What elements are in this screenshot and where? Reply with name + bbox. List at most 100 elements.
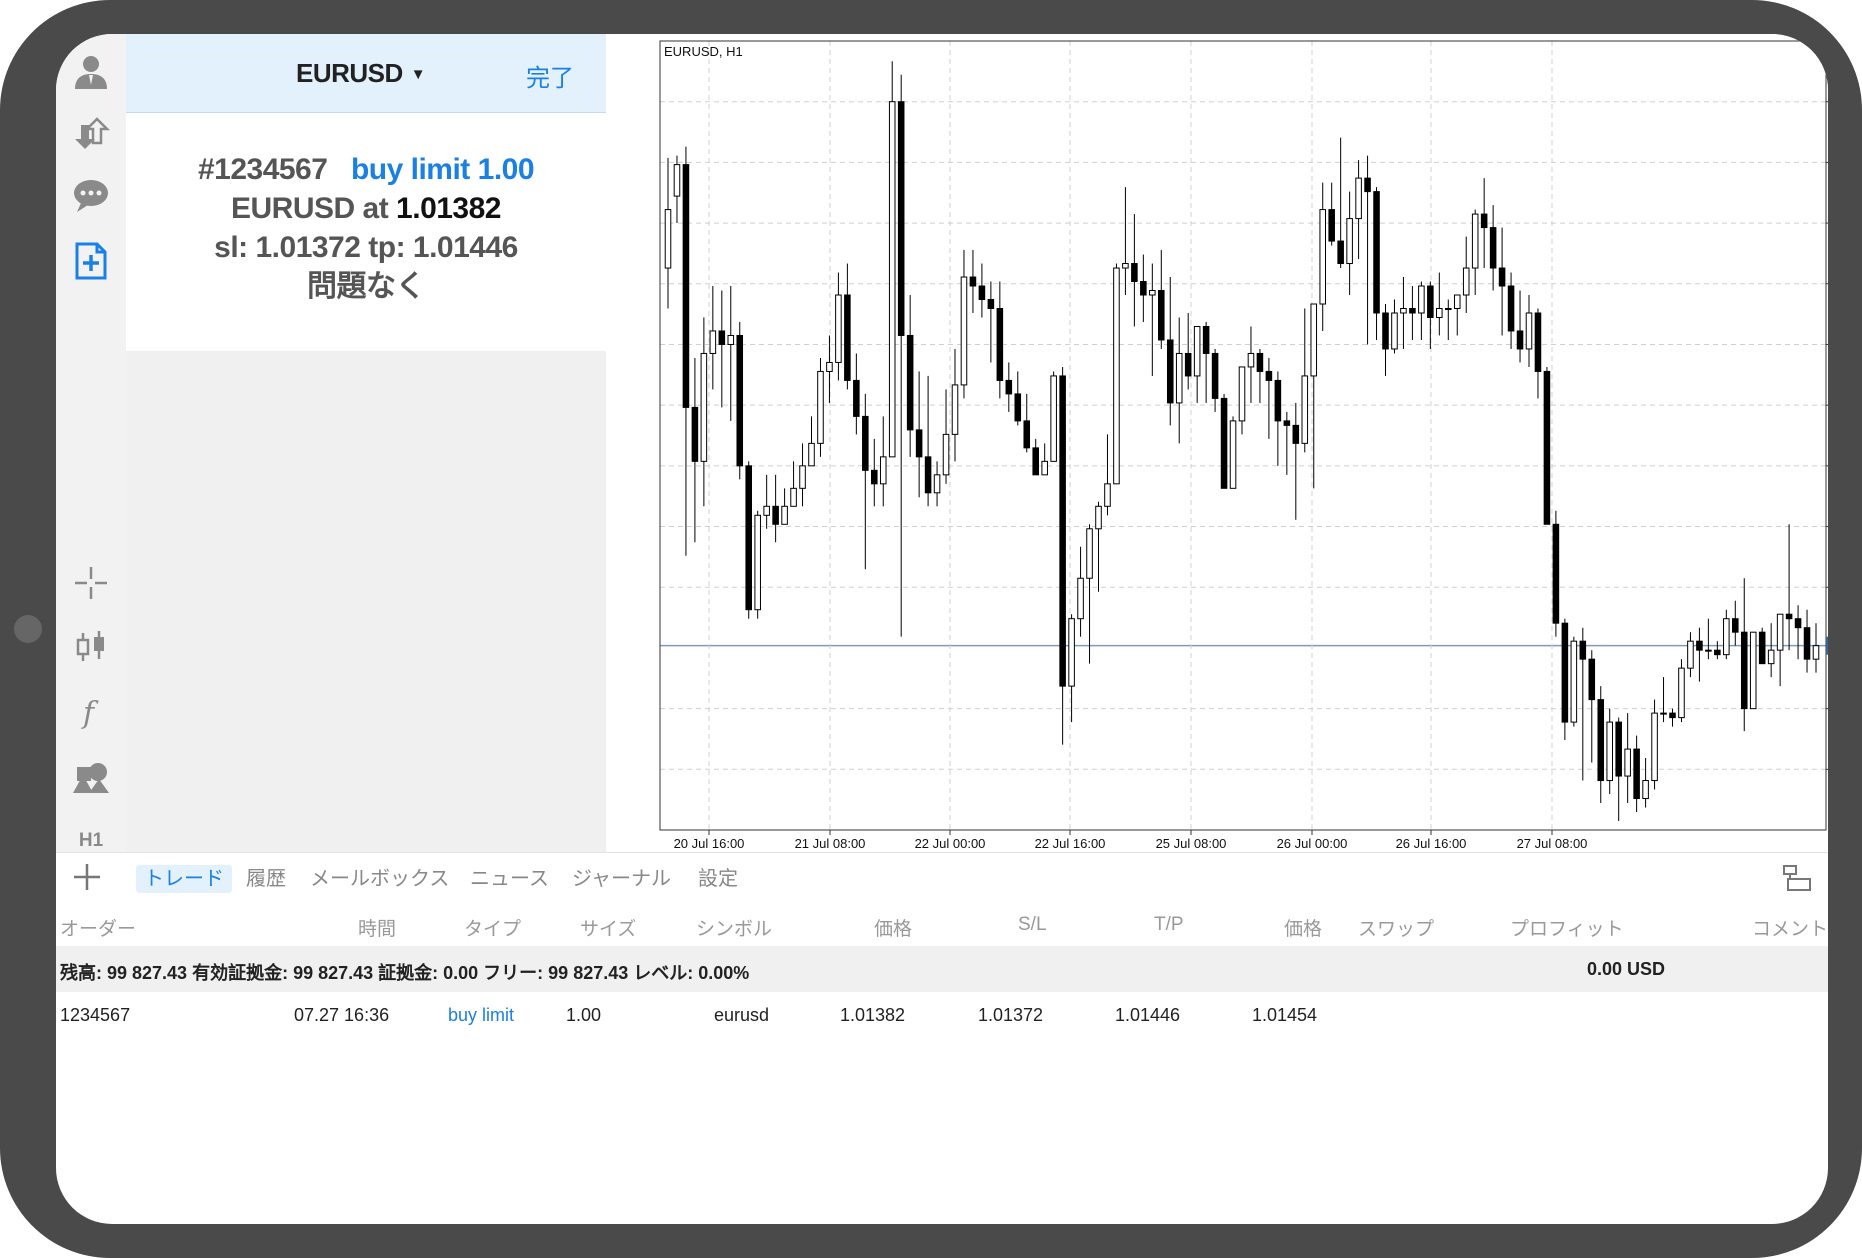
cell-tp: 1.01446 — [1115, 1005, 1181, 1025]
tab-history[interactable]: 履歴 — [246, 865, 286, 893]
candle-body — [1391, 312, 1398, 350]
tab-journal[interactable]: ジャーナル — [572, 865, 671, 893]
candle-body — [1552, 523, 1560, 624]
candle-body — [1418, 285, 1425, 314]
column-time[interactable]: 時間 — [358, 914, 396, 941]
candle-body — [1220, 397, 1228, 489]
candle-body — [1678, 667, 1685, 719]
candle-body — [1776, 613, 1784, 651]
candle-body — [1489, 227, 1497, 269]
candle-body — [1767, 649, 1775, 665]
x-tick-label: 21 Jul 08:00 — [795, 836, 866, 851]
column-tp[interactable]: T/P — [1154, 914, 1184, 936]
candle-body — [1427, 285, 1434, 318]
cell-current-price: 1.01454 — [1252, 1005, 1318, 1025]
candle-body — [1570, 640, 1578, 723]
x-tick-label: 25 Jul 08:00 — [1156, 836, 1227, 851]
timeframe-label: H1 — [78, 830, 104, 851]
tablet-device: f H1 EURUSD ▼ 完了 #1234567 buy limit 1.00… — [0, 0, 1862, 1258]
tab-mailbox[interactable]: メールボックス — [310, 865, 449, 893]
candle-body — [924, 456, 932, 494]
candle-body — [1166, 339, 1174, 404]
chat-icon[interactable] — [56, 170, 126, 220]
tab-trade[interactable]: トレード — [136, 865, 232, 893]
candle-body — [969, 276, 977, 287]
candle-body — [1184, 352, 1192, 377]
candle-body — [1732, 618, 1739, 633]
candle-body — [1436, 307, 1443, 318]
candle-body — [763, 505, 770, 516]
candle-body — [987, 299, 995, 309]
candle-body — [1606, 721, 1613, 782]
account-summary: 残高: 99 827.43 有効証拠金: 99 827.43 証拠金: 0.00… — [56, 946, 1828, 992]
candle-body — [1812, 645, 1820, 660]
candle-body — [1749, 631, 1757, 710]
column-comment[interactable]: コメント — [1752, 914, 1828, 941]
candle-body — [817, 370, 824, 444]
candle-body — [1624, 748, 1631, 777]
candlestick-icon[interactable] — [56, 622, 126, 672]
candle-body — [1023, 420, 1031, 449]
candle-body — [1175, 352, 1183, 404]
objects-icon[interactable] — [56, 752, 126, 802]
candle-body — [1705, 649, 1712, 652]
candle-body — [1669, 712, 1676, 719]
price-chart[interactable]: 1.027951.026601.025251.023901.022551.021… — [606, 34, 1828, 852]
current-price-label-bg — [1826, 636, 1828, 655]
candle-body — [1005, 379, 1013, 395]
order-panel-header: EURUSD ▼ 完了 — [126, 34, 606, 113]
candle-body — [790, 487, 797, 507]
svg-text:f: f — [81, 696, 99, 729]
transfer-icon[interactable] — [56, 108, 126, 158]
x-tick-label: 27 Jul 08:00 — [1517, 836, 1588, 851]
candle-body — [808, 442, 815, 467]
candle-body — [862, 415, 869, 471]
order-line-1: #1234567 buy limit 1.00 — [126, 150, 606, 189]
candle-body — [1696, 640, 1703, 651]
candle-body — [1445, 307, 1452, 310]
cell-size: 1.00 — [566, 1005, 602, 1025]
candle-body — [1211, 352, 1219, 399]
candle-body — [1400, 307, 1407, 314]
x-tick-label: 26 Jul 16:00 — [1396, 836, 1467, 851]
layout-icon[interactable] — [1782, 863, 1812, 893]
done-button[interactable]: 完了 — [526, 58, 574, 93]
order-sl-tp: sl: 1.01372 tp: 1.01446 — [214, 231, 518, 264]
candle-body — [1507, 285, 1515, 332]
candle-body — [1032, 447, 1039, 476]
column-price[interactable]: 価格 — [874, 914, 912, 941]
candle-body — [1292, 424, 1300, 444]
candle-body — [1453, 294, 1461, 309]
candle-body — [951, 384, 959, 435]
table-row[interactable]: 1234567 07.27 16:36 buy limit 1.00 eurus… — [56, 992, 1828, 1038]
candle-body — [1202, 325, 1210, 354]
candles — [664, 61, 1820, 822]
column-current-price[interactable]: 価格 — [1284, 914, 1322, 941]
add-icon[interactable] — [70, 860, 104, 894]
column-sl[interactable]: S/L — [1018, 914, 1047, 936]
candle-body — [1095, 505, 1102, 530]
user-icon[interactable] — [56, 46, 126, 96]
column-profit[interactable]: プロフィット — [1510, 914, 1624, 941]
crosshair-icon[interactable] — [56, 558, 126, 608]
candle-body — [745, 465, 752, 611]
symbol-selector[interactable]: EURUSD ▼ — [296, 58, 426, 89]
column-order[interactable]: オーダー — [60, 914, 136, 941]
indicator-icon[interactable]: f — [56, 686, 126, 736]
new-order-icon[interactable] — [56, 236, 126, 286]
candle-body — [1651, 712, 1658, 782]
chart-canvas[interactable]: 1.027951.026601.025251.023901.022551.021… — [606, 34, 1828, 852]
column-type[interactable]: タイプ — [464, 914, 521, 941]
column-size[interactable]: サイズ — [580, 914, 636, 941]
candle-body — [1283, 420, 1291, 426]
candle-body — [1794, 618, 1802, 629]
candle-body — [1373, 191, 1380, 314]
column-symbol[interactable]: シンボル — [696, 914, 772, 941]
tab-news[interactable]: ニュース — [470, 865, 549, 893]
candle-body — [1104, 483, 1111, 507]
x-tick-label: 22 Jul 00:00 — [915, 836, 986, 851]
candle-body — [1471, 213, 1479, 269]
column-swap[interactable]: スワップ — [1358, 914, 1434, 941]
tab-settings[interactable]: 設定 — [698, 865, 738, 893]
candle-body — [1068, 618, 1075, 687]
